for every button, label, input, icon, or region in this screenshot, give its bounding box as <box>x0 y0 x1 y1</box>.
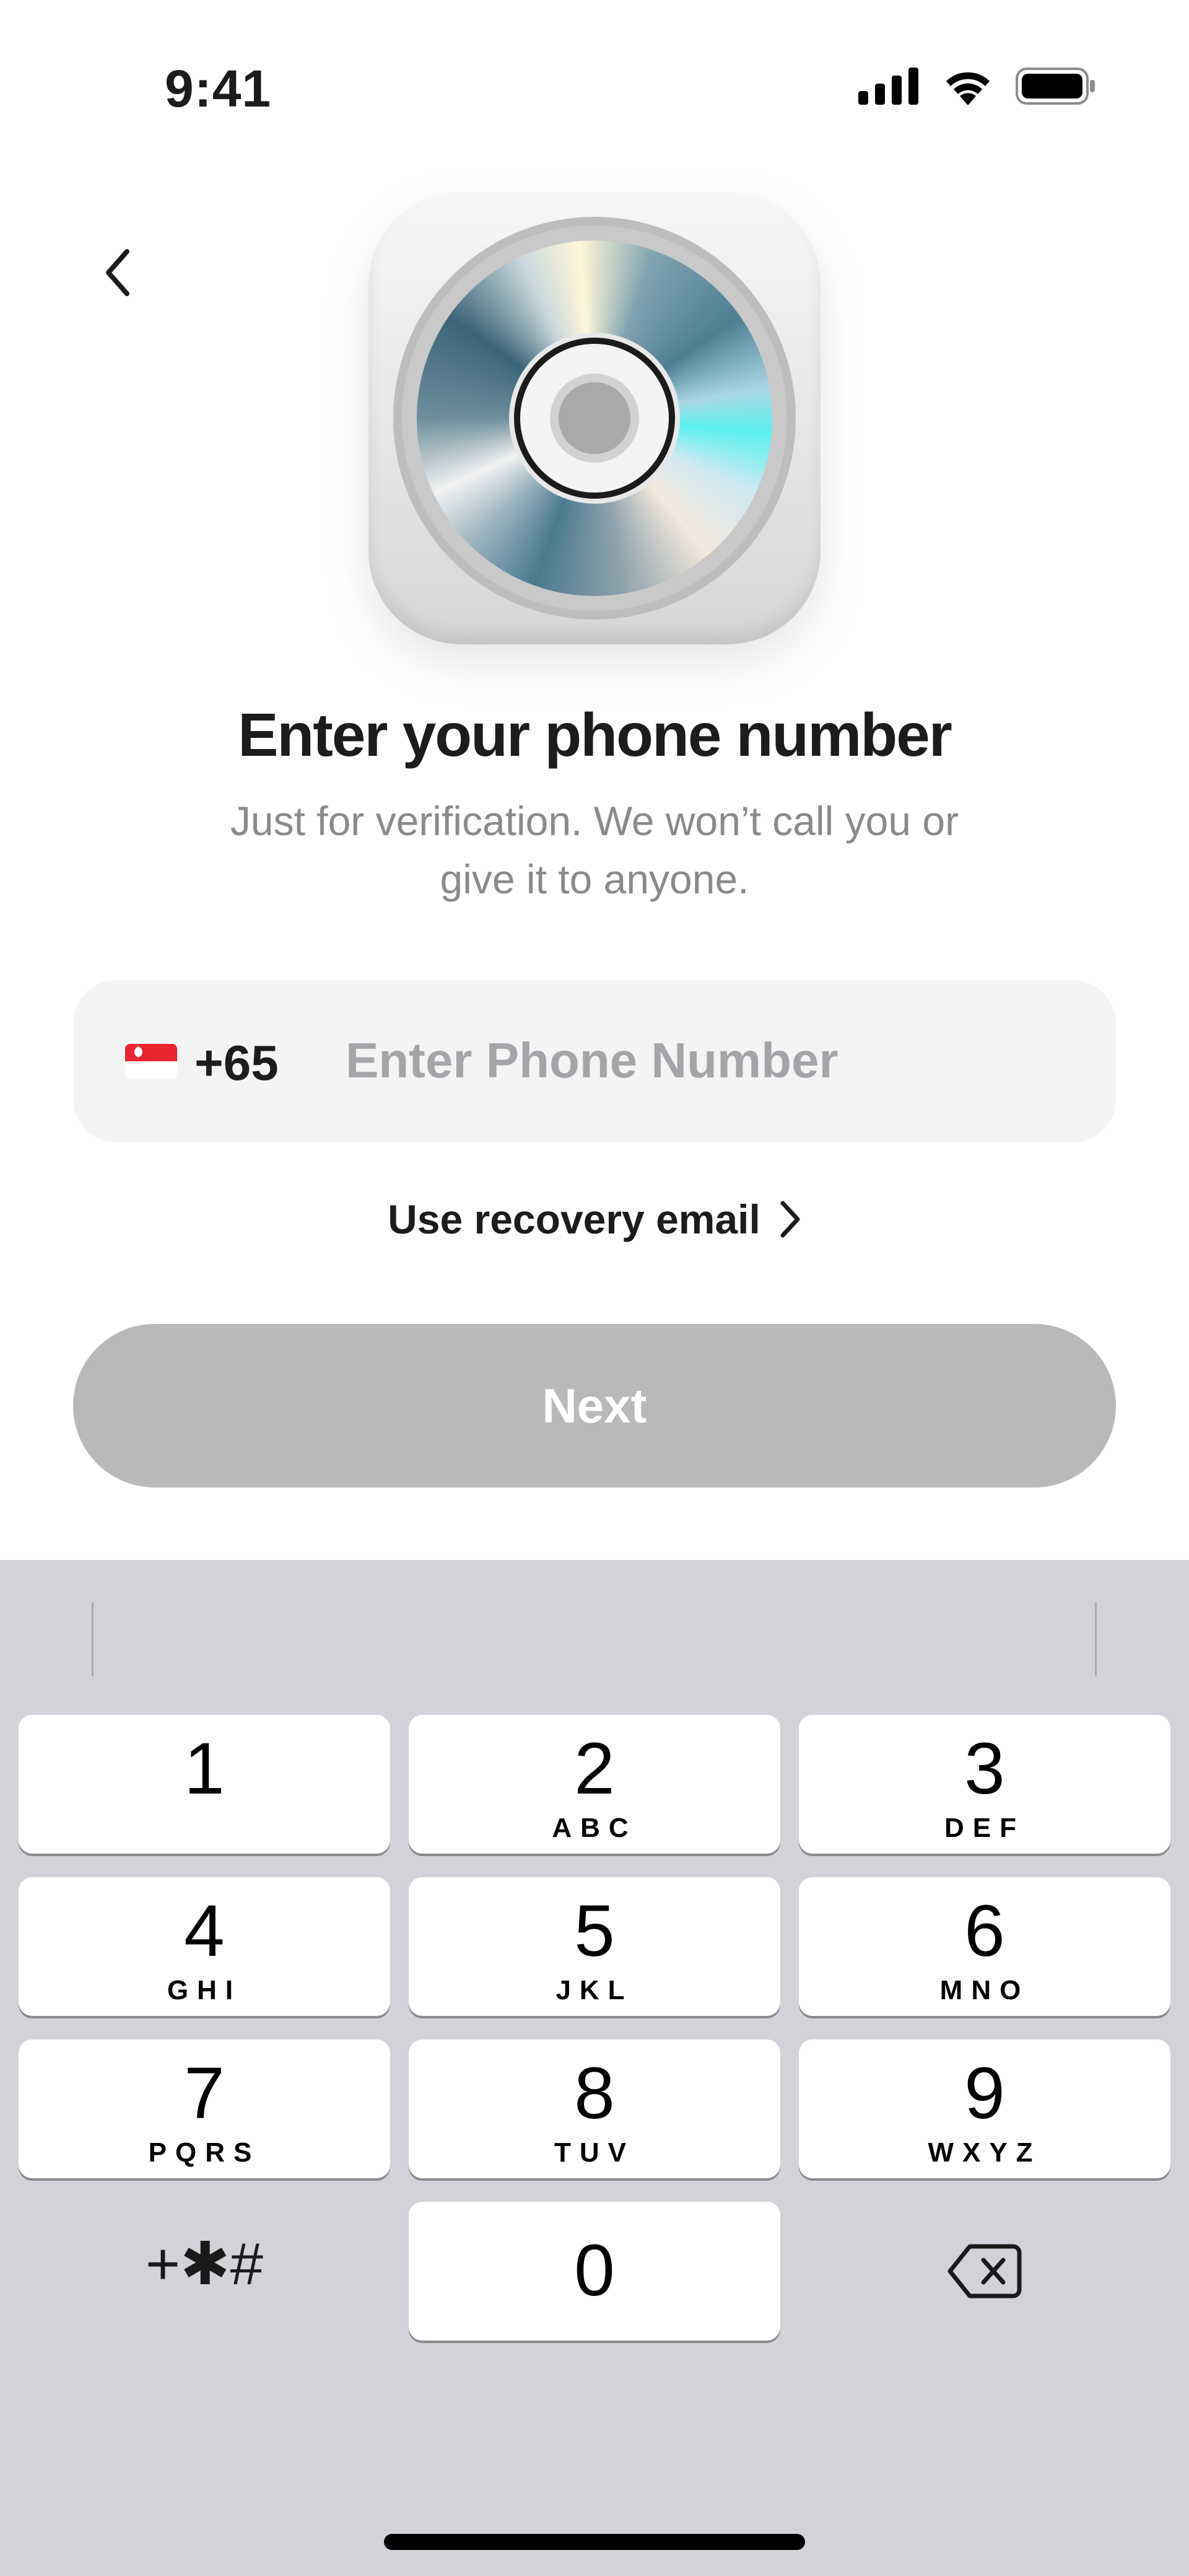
country-code[interactable]: +65 <box>194 1035 279 1092</box>
page-title: Enter your phone number <box>238 701 952 769</box>
keyboard-divider-right <box>1095 1602 1097 1676</box>
chevron-left-icon <box>106 249 129 296</box>
symbols-key[interactable]: +✱# <box>19 2229 390 2298</box>
singapore-flag-icon[interactable] <box>125 1044 177 1079</box>
key-7[interactable]: 7 PQRS <box>19 2039 390 2178</box>
next-button[interactable]: Next <box>73 1324 1116 1487</box>
key-1[interactable]: 1 <box>19 1715 390 1854</box>
page-subtitle: Just for verification. We won’t call you… <box>230 798 959 902</box>
phone-number-input[interactable] <box>346 1017 1089 1104</box>
backspace-icon <box>947 2244 1022 2298</box>
key-6[interactable]: 6 MNO <box>799 1877 1170 2016</box>
phone-number-field[interactable]: +65 <box>73 980 1116 1142</box>
cellular-signal-icon <box>858 68 918 105</box>
key-0[interactable]: 0 <box>409 2202 780 2341</box>
chevron-right-icon <box>780 1201 800 1238</box>
use-recovery-email-link[interactable]: Use recovery email <box>0 1196 1189 1243</box>
key-3[interactable]: 3 DEF <box>799 1715 1170 1854</box>
delete-key[interactable] <box>799 2202 1170 2341</box>
numeric-keypad: 1 2 ABC 3 DEF 4 GHI 5 JKL 6 MNO 7 PQRS 8… <box>0 1560 1189 2576</box>
key-5[interactable]: 5 JKL <box>409 1877 780 2016</box>
battery-icon <box>1016 68 1095 105</box>
keyboard-divider-left <box>92 1602 94 1676</box>
recovery-email-label: Use recovery email <box>388 1196 760 1242</box>
wifi-icon <box>946 72 990 105</box>
back-button[interactable] <box>93 245 142 300</box>
status-icons <box>858 67 1096 105</box>
compact-disc-icon <box>393 217 796 620</box>
app-icon <box>368 192 821 644</box>
status-time: 9:41 <box>165 59 272 118</box>
key-8[interactable]: 8 TUV <box>409 2039 780 2178</box>
disc-hub <box>520 344 669 493</box>
key-9[interactable]: 9 WXYZ <box>799 2039 1170 2178</box>
key-2[interactable]: 2 ABC <box>409 1715 780 1854</box>
home-indicator <box>384 2534 805 2550</box>
key-4[interactable]: 4 GHI <box>19 1877 390 2016</box>
disc-hub-center <box>559 382 630 454</box>
